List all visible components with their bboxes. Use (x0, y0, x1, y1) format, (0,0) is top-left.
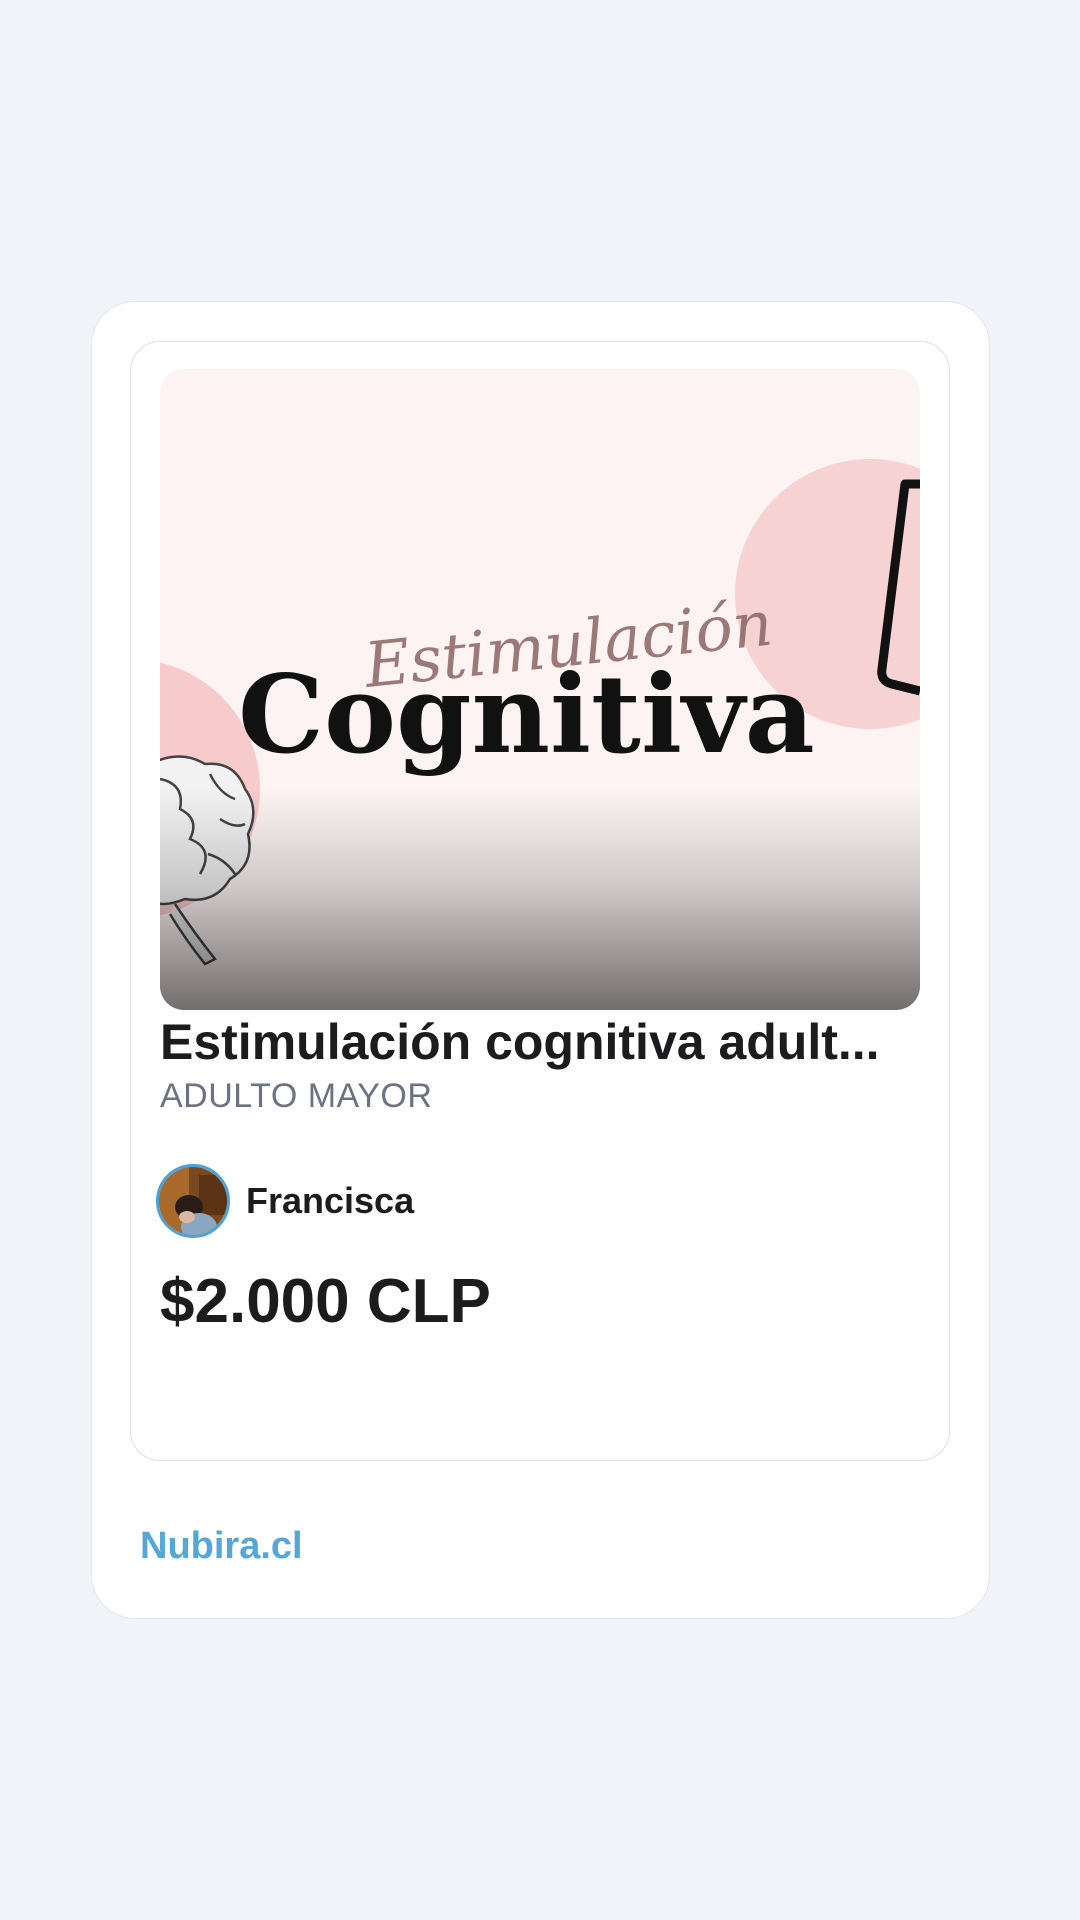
product-image[interactable]: Estimulación Cognitiva (160, 369, 920, 1010)
seller-name[interactable]: Francisca (246, 1180, 414, 1222)
seller-info[interactable]: Francisca (156, 1164, 414, 1238)
product-price: $2.000 CLP (160, 1267, 491, 1336)
product-image-artwork: Estimulación Cognitiva (160, 369, 920, 1010)
seller-avatar[interactable] (156, 1164, 230, 1238)
avatar-photo (159, 1167, 227, 1235)
image-main-word: Cognitiva (238, 652, 815, 778)
product-title[interactable]: Estimulación cognitiva adult... (160, 1012, 920, 1072)
product-category: ADULTO MAYOR (160, 1077, 433, 1115)
brand-link[interactable]: Nubira.cl (140, 1524, 303, 1568)
